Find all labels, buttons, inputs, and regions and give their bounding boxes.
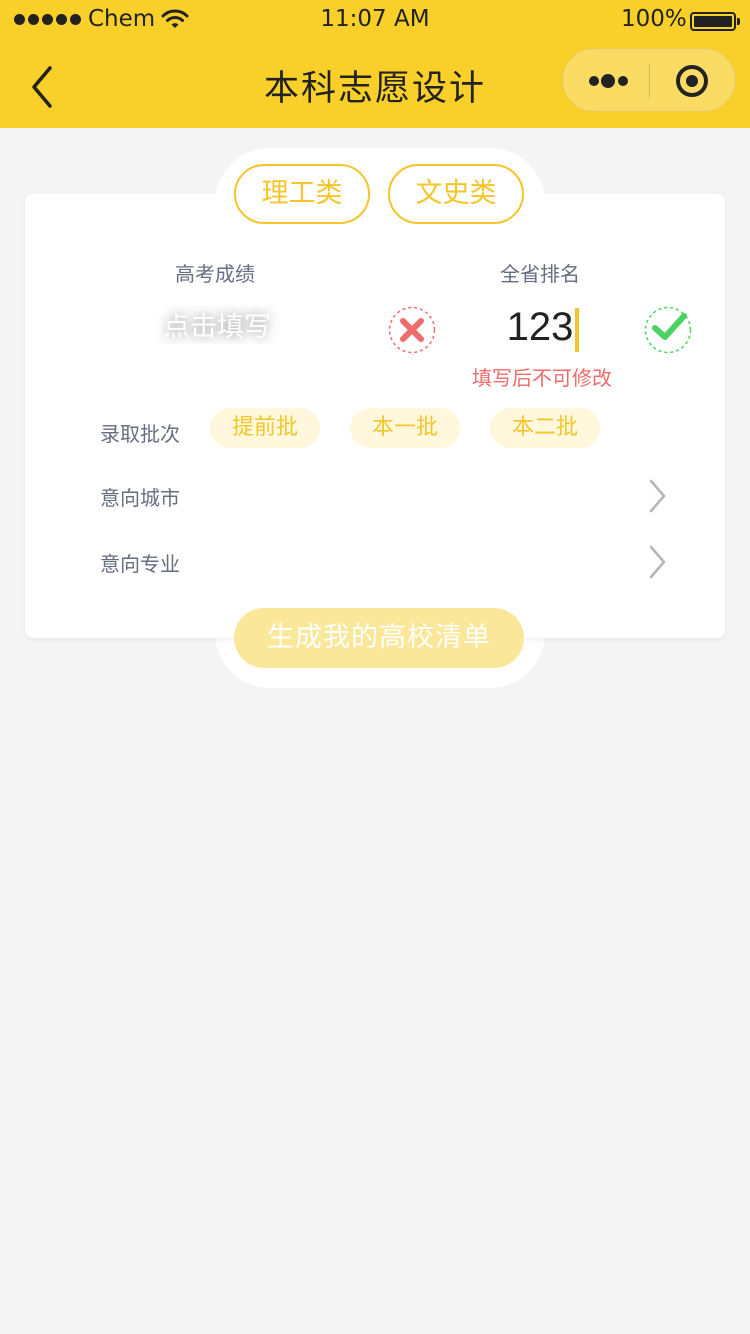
batch-label: 录取批次 [100,422,180,446]
rank-label: 全省排名 [500,262,580,286]
batch-option-first[interactable]: 本一批 [350,408,460,448]
status-bar: Chem 11:07 AM 100% [0,0,750,40]
check-icon [644,306,692,354]
nav-bar: Chem 11:07 AM 100% 本科志愿设计 [0,0,750,128]
clear-score-button[interactable] [388,306,436,358]
batch-option-early[interactable]: 提前批 [210,408,320,448]
confirm-rank-button[interactable] [644,306,692,358]
more-button[interactable] [563,49,649,113]
close-button[interactable] [650,49,737,113]
major-label: 意向专业 [100,552,180,576]
rank-warning: 填写后不可修改 [472,366,612,390]
tab-science[interactable]: 理工类 [234,164,370,224]
close-x-icon [388,306,436,354]
text-cursor [575,308,579,352]
chevron-right-icon [649,545,666,579]
chevron-right-icon [649,479,666,513]
score-input[interactable] [150,300,284,354]
city-label: 意向城市 [100,486,180,510]
batch-option-second[interactable]: 本二批 [490,408,600,448]
tab-arts[interactable]: 文史类 [388,164,524,224]
major-row[interactable]: 意向专业 [100,534,680,590]
score-label: 高考成绩 [175,262,255,286]
battery-percent: 100% [621,6,687,32]
more-dots-icon [589,76,599,86]
generate-list-button[interactable]: 生成我的高校清单 [234,608,524,668]
rank-input-value[interactable]: 123 [470,305,610,350]
battery-icon [690,12,740,31]
city-row[interactable]: 意向城市 [100,468,680,524]
mini-program-capsule [562,48,736,112]
